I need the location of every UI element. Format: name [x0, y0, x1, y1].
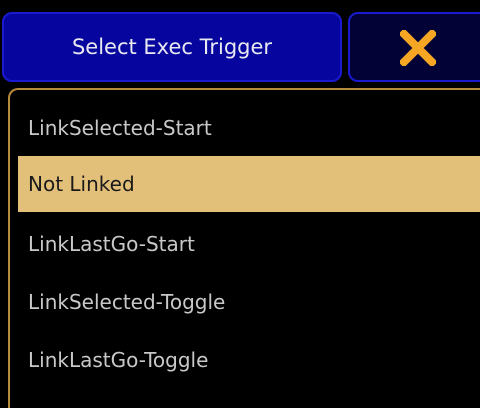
close-button[interactable] — [348, 12, 480, 82]
option-label: LinkSelected-Toggle — [28, 290, 226, 314]
option-label: LinkSelected-Start — [28, 116, 212, 140]
option-linklastgo-toggle[interactable]: LinkLastGo-Toggle — [18, 332, 480, 388]
option-label: LinkLastGo-Toggle — [28, 348, 209, 372]
option-label: Not Linked — [28, 172, 135, 196]
option-linkselected-start[interactable]: LinkSelected-Start — [18, 100, 480, 156]
option-not-linked[interactable]: Not Linked — [18, 156, 480, 212]
trigger-option-list: LinkSelected-Start Not Linked LinkLastGo… — [8, 88, 480, 408]
close-icon — [400, 30, 436, 66]
dialog-title: Select Exec Trigger — [2, 12, 342, 82]
option-linklastgo-start[interactable]: LinkLastGo-Start — [18, 216, 480, 272]
option-linkselected-toggle[interactable]: LinkSelected-Toggle — [18, 274, 480, 330]
dialog-header: Select Exec Trigger — [0, 12, 480, 84]
option-label: LinkLastGo-Start — [28, 232, 195, 256]
